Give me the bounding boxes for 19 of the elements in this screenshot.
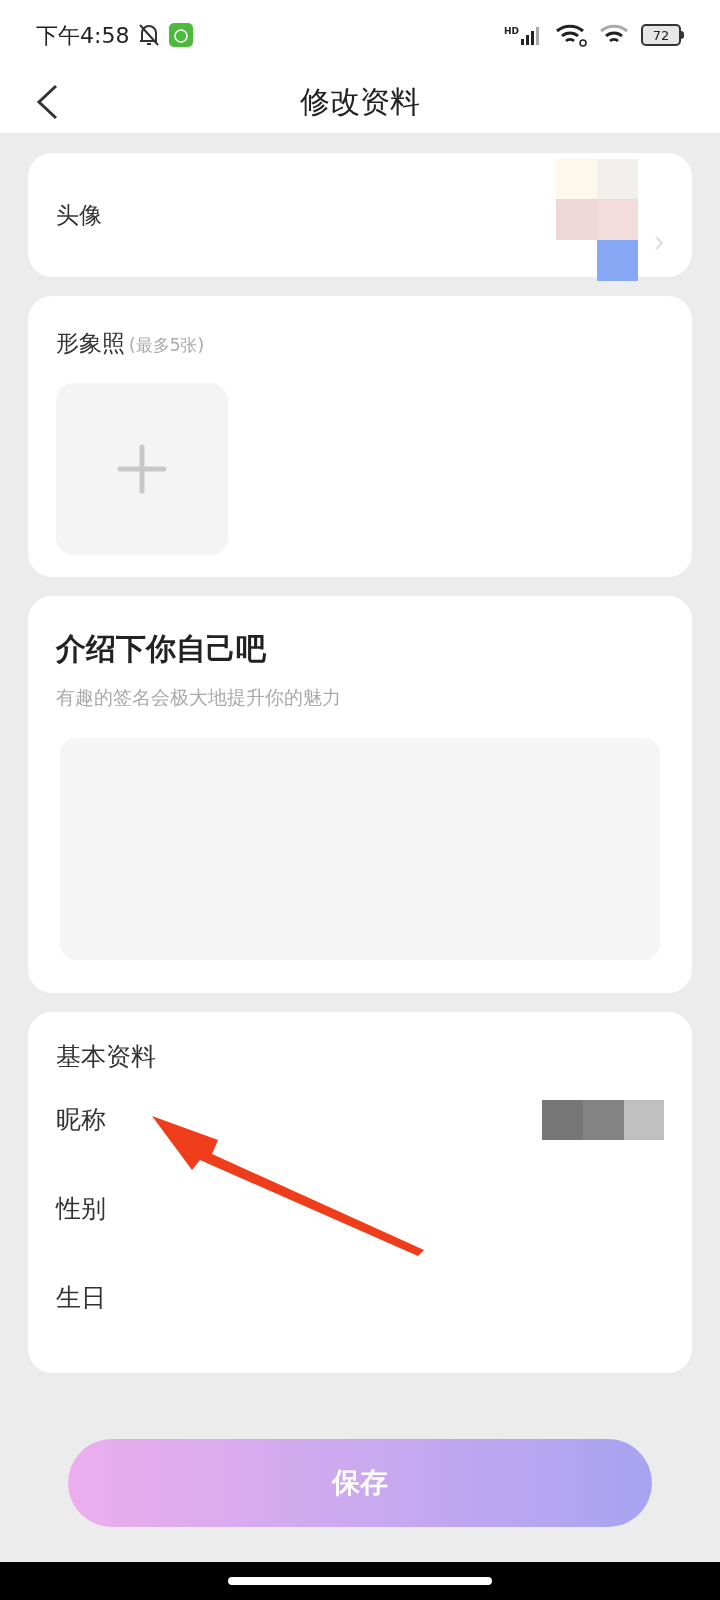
plus-icon [117, 443, 167, 494]
status-time: 下午4:58 [36, 21, 130, 50]
battery-level: 72 [652, 28, 670, 42]
field-label: 性别 [56, 1193, 106, 1226]
chevron-right-icon [654, 235, 664, 251]
wifi-icon [555, 23, 587, 47]
app-notification-icon [169, 23, 194, 47]
intro-hint: 有趣的签名会极大地提升你的魅力 [56, 685, 342, 710]
intro-title: 介绍下你自己吧 [56, 630, 267, 668]
section-title: 基本资料 [56, 1041, 157, 1073]
page-title: 修改资料 [300, 83, 420, 121]
field-label: 昵称 [56, 1104, 106, 1137]
network-label: HD [504, 25, 519, 38]
section-title: 形象照 [56, 329, 125, 358]
field-label: 生日 [56, 1282, 106, 1315]
add-photo-button[interactable] [56, 382, 228, 555]
section-hint: (最多5张) [129, 334, 205, 357]
avatar-label: 头像 [56, 200, 102, 230]
bell-muted-icon [137, 22, 162, 48]
